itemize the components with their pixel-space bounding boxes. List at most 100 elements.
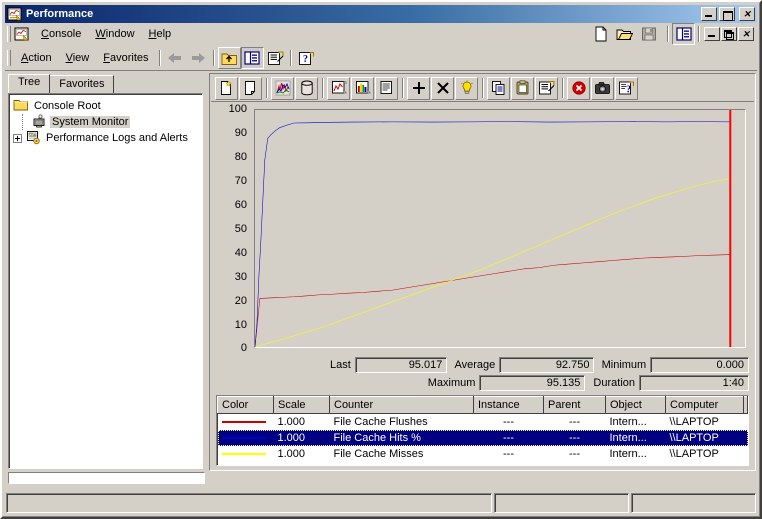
tab-tree[interactable]: Tree (8, 74, 51, 93)
system-monitor-toolbar: ? (211, 75, 754, 102)
back-arrow-icon[interactable] (164, 47, 187, 69)
counter-legend[interactable]: Color Scale Counter Instance Parent Obje… (216, 395, 749, 466)
tree-node-console-root[interactable]: Console Root (9, 98, 202, 114)
system-monitor-icon (31, 114, 47, 130)
update-data-icon[interactable] (591, 76, 614, 100)
view-histogram-icon[interactable] (351, 76, 374, 100)
forward-arrow-icon[interactable] (187, 47, 210, 69)
series-line (255, 122, 730, 347)
stat-label-minimum: Minimum (601, 359, 647, 371)
series-line (255, 255, 730, 347)
mdi-minimize-button[interactable] (704, 27, 720, 41)
tree-node-label: Console Root (34, 100, 101, 112)
col-header-counter[interactable]: Counter (329, 396, 474, 414)
col-header-computer[interactable]: Computer (665, 396, 744, 414)
col-header-instance[interactable]: Instance (473, 396, 544, 414)
help-icon[interactable]: ? (615, 76, 638, 100)
view-log-file-data-icon[interactable] (295, 76, 318, 100)
series-color-line (221, 452, 266, 455)
copy-properties-icon[interactable] (487, 76, 510, 100)
legend-instance: --- (503, 447, 514, 460)
delete-counter-icon[interactable] (431, 76, 454, 100)
plot-area[interactable] (254, 109, 746, 348)
menu-grip[interactable] (7, 26, 11, 42)
y-tick-40: 40 (234, 247, 247, 259)
menu-action[interactable]: Action (14, 50, 59, 66)
stat-label-last: Last (330, 359, 351, 371)
tree-node-performance-logs-and-alerts[interactable]: Performance Logs and Alerts (9, 130, 202, 146)
col-header-color[interactable]: Color (217, 396, 274, 414)
window-title: Performance (26, 8, 94, 20)
tree-node-system-monitor[interactable]: System Monitor (9, 114, 202, 130)
console-tree[interactable]: Console Root System Monitor Performance … (8, 93, 203, 469)
col-header-parent[interactable]: Parent (543, 396, 606, 414)
new-console-icon[interactable] (589, 23, 612, 45)
menu-favorites[interactable]: Favorites (96, 50, 155, 66)
legend-color-swatch (217, 429, 274, 446)
y-tick-30: 30 (234, 271, 247, 283)
legend-row[interactable]: 1.000 File Cache Misses --- --- Intern... \\L… (218, 446, 748, 462)
legend-blank (744, 446, 748, 462)
show-hide-console-tree-icon[interactable] (672, 23, 695, 45)
col-header-blank[interactable] (743, 396, 748, 414)
performance-window: Performance ✕ CConsoleonsole Window Help (0, 0, 762, 519)
tree-horizontal-scrollbar[interactable] (6, 472, 205, 486)
mdi-close-button[interactable]: ✕ (738, 27, 754, 41)
menu-window[interactable]: Window (88, 26, 141, 42)
menu-help[interactable]: Help (142, 26, 179, 42)
legend-counter: File Cache Flushes (333, 415, 428, 428)
y-tick-50: 50 (234, 223, 247, 235)
stat-value-average: 92.750 (499, 357, 595, 373)
legend-row[interactable]: 1.000 File Cache Hits % --- --- Intern... \\L… (217, 429, 748, 446)
y-axis: 100 90 80 70 60 50 40 30 20 10 0 (211, 103, 251, 355)
stat-label-average: Average (454, 359, 496, 371)
title-bar: Performance ✕ (5, 5, 757, 23)
window-close-button[interactable]: ✕ (739, 7, 755, 21)
tree-node-label: System Monitor (50, 116, 131, 128)
svg-text:?: ? (626, 85, 631, 96)
properties-icon[interactable] (264, 47, 287, 69)
view-report-icon[interactable] (375, 76, 398, 100)
clear-display-icon[interactable] (239, 76, 262, 100)
highlight-icon[interactable] (455, 76, 478, 100)
stat-value-last: 95.017 (354, 357, 448, 373)
tree-expander-icon[interactable] (13, 133, 22, 143)
window-maximize-button[interactable] (719, 7, 735, 21)
freeze-display-icon[interactable] (567, 76, 590, 100)
col-header-object[interactable]: Object (605, 396, 666, 414)
paste-counter-list-icon[interactable] (511, 76, 534, 100)
new-counter-set-icon[interactable] (215, 76, 238, 100)
menu-view[interactable]: View (59, 50, 97, 66)
legend-computer: \\LAPTOP (669, 447, 719, 460)
y-tick-0: 0 (240, 342, 247, 354)
statistics-row: Last 95.017 Average 92.750 Minimum 0.000 (330, 357, 749, 373)
tree-node-label: Performance Logs and Alerts (46, 132, 188, 144)
system-monitor-pane: ? 100 90 80 70 60 50 40 30 20 10 0 Last … (209, 73, 756, 471)
status-panel-main (6, 493, 492, 513)
console-menu-bar: CConsoleonsole Window Help (5, 23, 757, 45)
open-console-icon[interactable] (613, 23, 636, 45)
properties-icon[interactable] (535, 76, 558, 100)
y-tick-80: 80 (234, 151, 247, 163)
up-one-level-icon[interactable] (217, 47, 241, 69)
add-counter-icon[interactable] (407, 76, 430, 100)
action-grip[interactable] (7, 50, 11, 66)
window-minimize-button[interactable] (701, 7, 717, 21)
help-icon[interactable]: ? (295, 47, 318, 69)
action-tool-bar: Action View Favorites ? (5, 46, 757, 71)
view-graph-icon[interactable] (327, 76, 350, 100)
view-current-activity-icon[interactable] (271, 76, 294, 100)
legend-blank (744, 414, 748, 430)
show-hide-tree-icon[interactable] (240, 47, 264, 69)
mdi-restore-button[interactable] (721, 27, 737, 41)
col-header-scale[interactable]: Scale (273, 396, 330, 414)
save-console-icon[interactable] (637, 23, 660, 45)
y-tick-10: 10 (234, 319, 247, 331)
tab-favorites[interactable]: Favorites (49, 75, 115, 94)
legend-computer: \\LAPTOP (669, 415, 719, 428)
menu-console[interactable]: CConsoleonsole (34, 26, 88, 42)
legend-instance: --- (473, 429, 544, 446)
legend-row[interactable]: 1.000 File Cache Flushes --- --- Intern... \\… (218, 414, 748, 430)
legend-object: Intern... (609, 447, 647, 460)
y-tick-90: 90 (234, 127, 247, 139)
